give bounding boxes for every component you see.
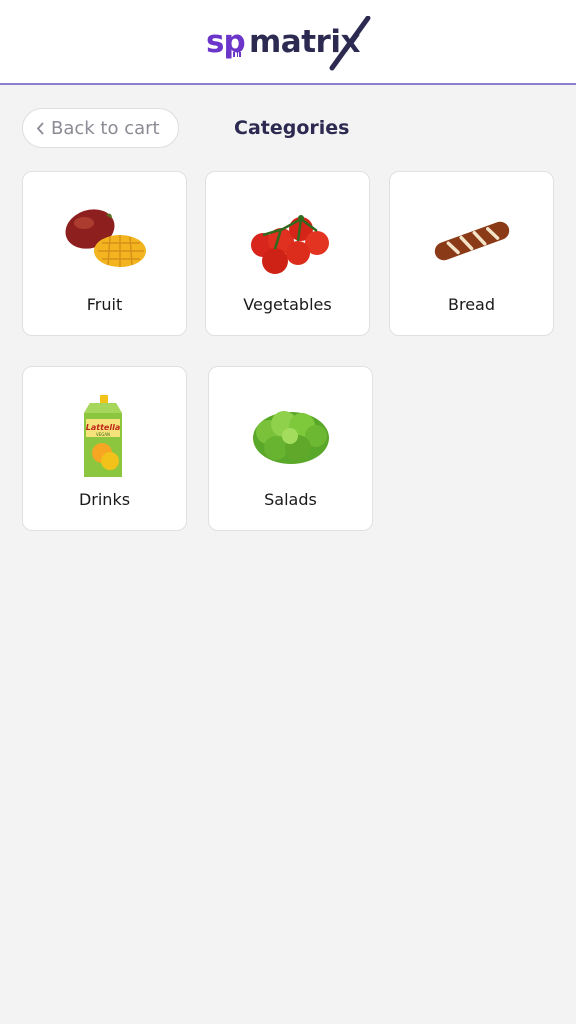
sp-matrix-logo: sp matrix <box>204 14 374 72</box>
app-header: sp matrix <box>0 0 576 85</box>
juice-carton-image: Lattella VEGAN <box>23 391 186 481</box>
back-to-cart-button[interactable]: Back to cart <box>22 108 179 148</box>
logo-barcode-icon <box>226 52 241 57</box>
category-label: Fruit <box>86 295 123 314</box>
back-to-cart-label: Back to cart <box>51 117 160 139</box>
lettuce-image <box>209 391 372 481</box>
page-title: Categories <box>234 117 350 139</box>
tomatoes-image <box>206 196 369 286</box>
pretzel-baguette-image <box>390 196 553 286</box>
category-label: Vegetables <box>243 295 332 314</box>
carton-brand-text: Lattella <box>85 423 119 432</box>
category-label: Bread <box>447 295 495 314</box>
logo-x-slash-icon <box>329 16 371 71</box>
category-card-fruit[interactable]: Fruit <box>22 171 187 336</box>
category-card-vegetables[interactable]: Vegetables <box>205 171 370 336</box>
category-label: Drinks <box>78 490 131 509</box>
chevron-left-icon <box>37 121 45 135</box>
mango-image <box>23 196 186 286</box>
category-label: Salads <box>264 490 317 509</box>
category-card-drinks[interactable]: Lattella VEGAN Drinks <box>22 366 187 531</box>
category-card-salads[interactable]: Salads <box>208 366 373 531</box>
category-card-bread[interactable]: Bread <box>389 171 554 336</box>
carton-subtext: VEGAN <box>95 432 109 437</box>
